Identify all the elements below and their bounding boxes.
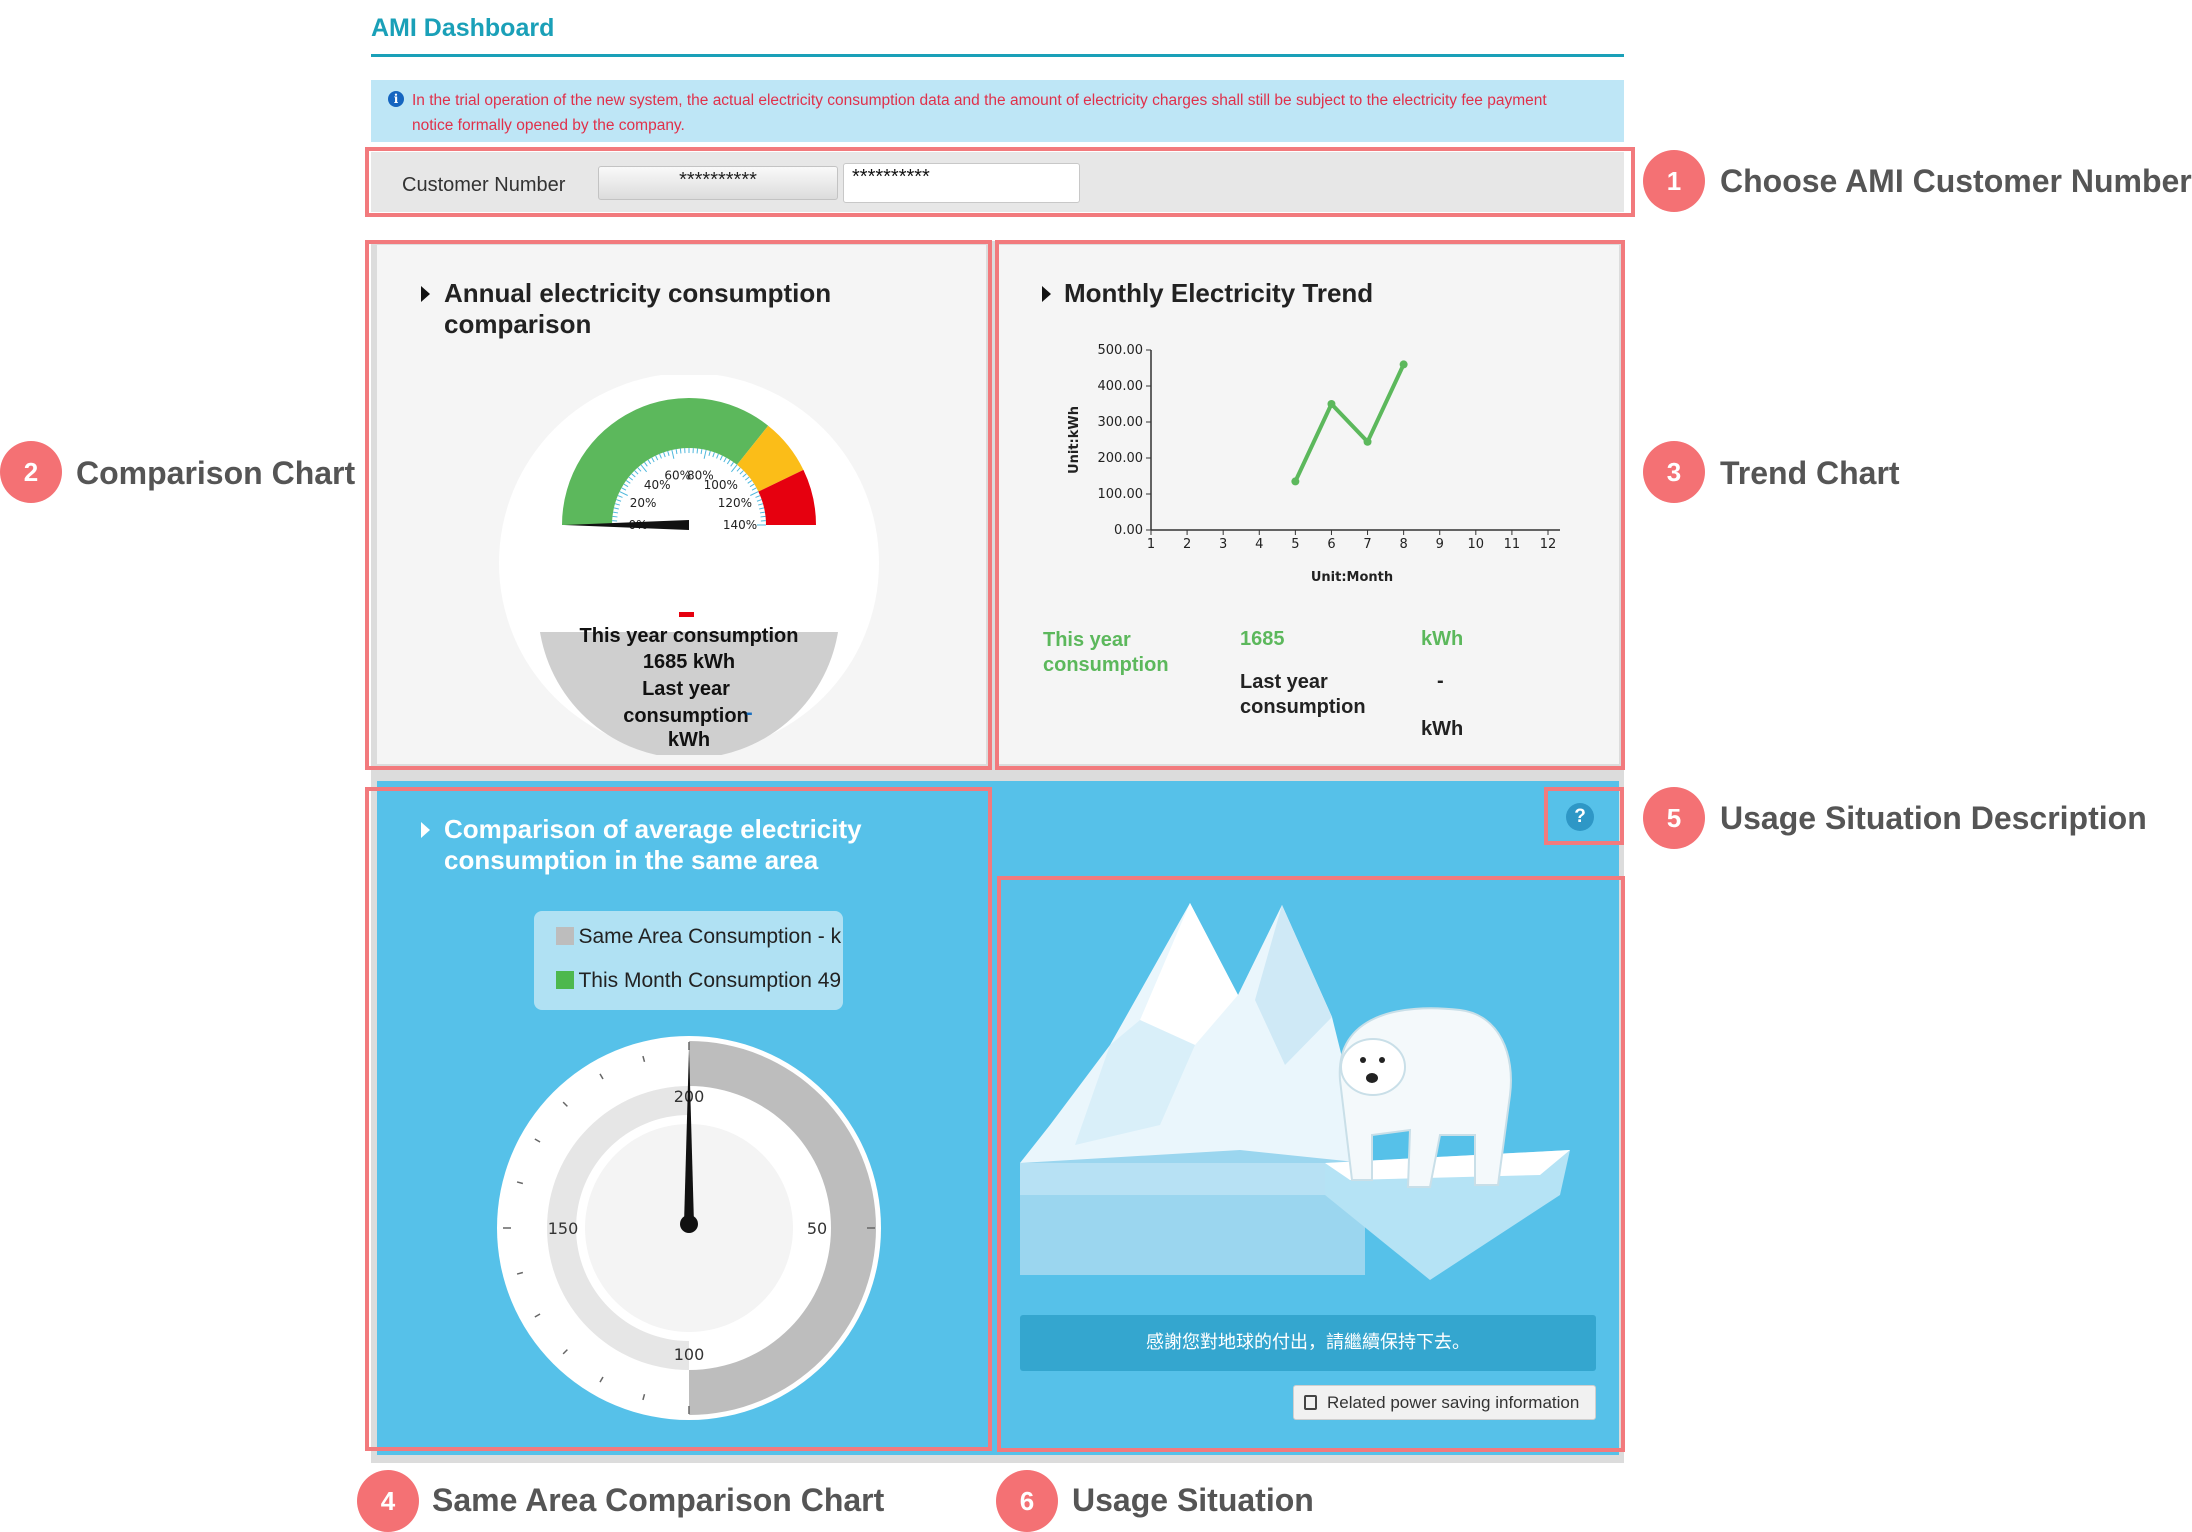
callout-badge-3: 3: [1643, 441, 1705, 503]
highlight-trend-chart: [995, 240, 1625, 770]
callout-badge-2: 2: [0, 441, 62, 503]
callout-label-5: Usage Situation Description: [1720, 800, 2147, 837]
notice-text: In the trial operation of the new system…: [412, 88, 1562, 138]
callout-badge-4: 4: [357, 1470, 419, 1532]
highlight-same-area-chart: [365, 787, 992, 1451]
callout-label-4: Same Area Comparison Chart: [432, 1482, 884, 1519]
callout-badge-6: 6: [996, 1470, 1058, 1532]
info-icon: i: [388, 91, 404, 107]
callout-label-2: Comparison Chart: [76, 455, 355, 492]
callout-label-1: Choose AMI Customer Number: [1720, 163, 2192, 200]
callout-badge-5: 5: [1643, 787, 1705, 849]
callout-badge-1: 1: [1643, 150, 1705, 212]
callout-label-3: Trend Chart: [1720, 455, 1900, 492]
title-underline: [371, 54, 1624, 57]
highlight-usage-description: [1544, 787, 1624, 845]
highlight-customer-number: [365, 147, 1635, 217]
callout-label-6: Usage Situation: [1072, 1482, 1314, 1519]
highlight-comparison-chart: [365, 240, 992, 770]
page-title: AMI Dashboard: [371, 14, 554, 43]
highlight-usage-situation: [997, 876, 1625, 1452]
